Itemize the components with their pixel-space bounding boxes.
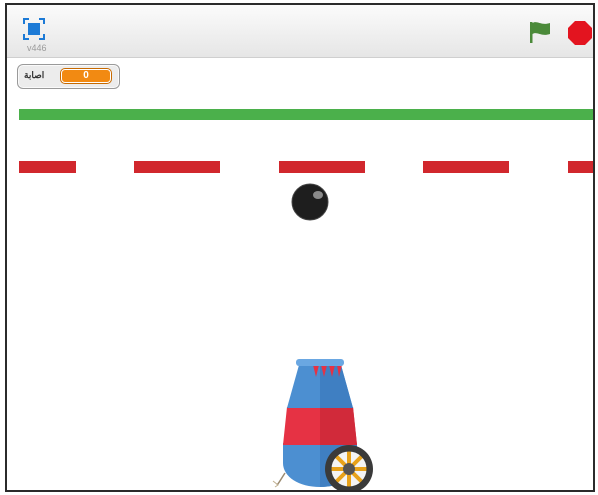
variable-monitor: اصابة 0	[17, 64, 120, 89]
stage-canvas[interactable]: اصابة 0	[7, 59, 593, 490]
cannon-icon	[272, 359, 373, 490]
red-dash	[423, 161, 509, 173]
fullscreen-icon	[23, 18, 45, 40]
version-label: v446	[27, 43, 47, 53]
monitor-value: 0	[61, 69, 111, 83]
player-toolbar: v446	[7, 5, 593, 58]
red-dash	[134, 161, 220, 173]
cannon-sprite[interactable]	[269, 355, 379, 490]
green-line	[19, 109, 593, 120]
stop-button[interactable]	[567, 20, 593, 46]
red-dash	[279, 161, 365, 173]
monitor-label: اصابة	[24, 70, 45, 80]
ball-icon	[291, 183, 329, 221]
stage-frame: v446 اصابة 0	[5, 3, 595, 492]
green-flag-button[interactable]	[527, 19, 553, 45]
red-dash	[568, 161, 593, 173]
ball-sprite[interactable]	[291, 183, 329, 221]
fullscreen-button[interactable]	[23, 18, 45, 40]
green-flag-icon	[530, 22, 550, 43]
stop-icon	[568, 21, 592, 45]
red-dash	[19, 161, 76, 173]
